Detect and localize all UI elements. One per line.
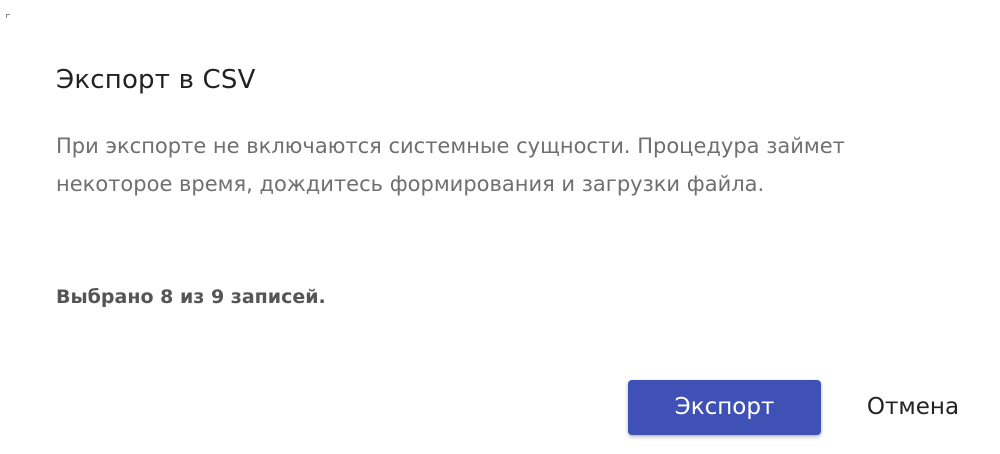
dialog-description: При экспорте не включаются системные сущ… (56, 134, 845, 196)
cancel-button[interactable]: Отмена (838, 380, 988, 435)
export-csv-dialog: Экспорт в CSV При экспорте не включаются… (0, 0, 1000, 454)
dialog-title: Экспорт в CSV (56, 65, 256, 95)
corner-mark (6, 14, 10, 18)
export-button[interactable]: Экспорт (628, 380, 821, 435)
selection-count-text: Выбрано 8 из 9 записей. (56, 286, 326, 308)
